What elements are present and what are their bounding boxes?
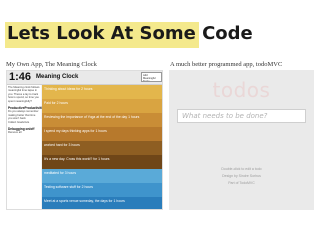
clock-time: 1:46 bbox=[9, 71, 32, 83]
todomvc-screenshot: todos What needs to be done? Double-clic… bbox=[169, 70, 314, 210]
activity-bar[interactable]: Meet at a sports venue someday, the days… bbox=[42, 197, 162, 209]
new-todo-input[interactable]: What needs to be done? bbox=[177, 109, 306, 123]
todos-heading: todos bbox=[212, 78, 271, 102]
slide-title: Lets Look At Some Code bbox=[7, 23, 253, 44]
activity-bar[interactable]: worked hard for 3 hours bbox=[42, 141, 162, 155]
slide-title-highlight: Lets Look At Some Code bbox=[5, 22, 253, 48]
clock-sidebar: The Meaning clock follows meaningful tim… bbox=[7, 85, 48, 209]
add-tasks-button[interactable]: Add Meaningful Tasks bbox=[141, 72, 162, 82]
left-caption: My Own App, The Meaning Clock bbox=[6, 61, 97, 68]
clock-header: 1:46 Meaning Clock Add Meaningful Tasks bbox=[7, 71, 162, 85]
activity-bar[interactable]: I spend my days thinking apps for 1 hour… bbox=[42, 127, 162, 141]
activity-bar[interactable]: Paid for 2 hours bbox=[42, 99, 162, 113]
info-design-credit[interactable]: Design by Sindre Sorhus bbox=[169, 174, 314, 178]
meaning-clock-screenshot: 1:46 Meaning Clock Add Meaningful Tasks … bbox=[6, 70, 163, 210]
info-edit-hint: Double-click to edit a todo bbox=[221, 167, 262, 171]
activity-bar[interactable]: It's a new day. Cross this world? for 1 … bbox=[42, 155, 162, 169]
activity-bar[interactable]: Reviewing the importance of Yoga at the … bbox=[42, 113, 162, 127]
sidebar-section-text: Do you always remember making better tha… bbox=[8, 110, 39, 121]
activity-bar[interactable]: Testing software stuff for 2 hours bbox=[42, 183, 162, 197]
activity-bar[interactable]: Thinking about ideas for 2 hours bbox=[42, 85, 162, 99]
clock-app-title: Meaning Clock bbox=[36, 74, 79, 80]
sidebar-intro: The Meaning clock follows meaningful tim… bbox=[8, 86, 40, 103]
activity-bar[interactable]: meditated for 3 hours bbox=[42, 169, 162, 183]
info-part-of[interactable]: Part of TodoMVC bbox=[169, 181, 314, 185]
right-caption: A much better programmed app, todoMVC bbox=[170, 61, 283, 68]
debug-value[interactable]: Remove all bbox=[8, 131, 40, 134]
activity-bars: Thinking about ideas for 2 hours Paid for… bbox=[42, 85, 162, 209]
